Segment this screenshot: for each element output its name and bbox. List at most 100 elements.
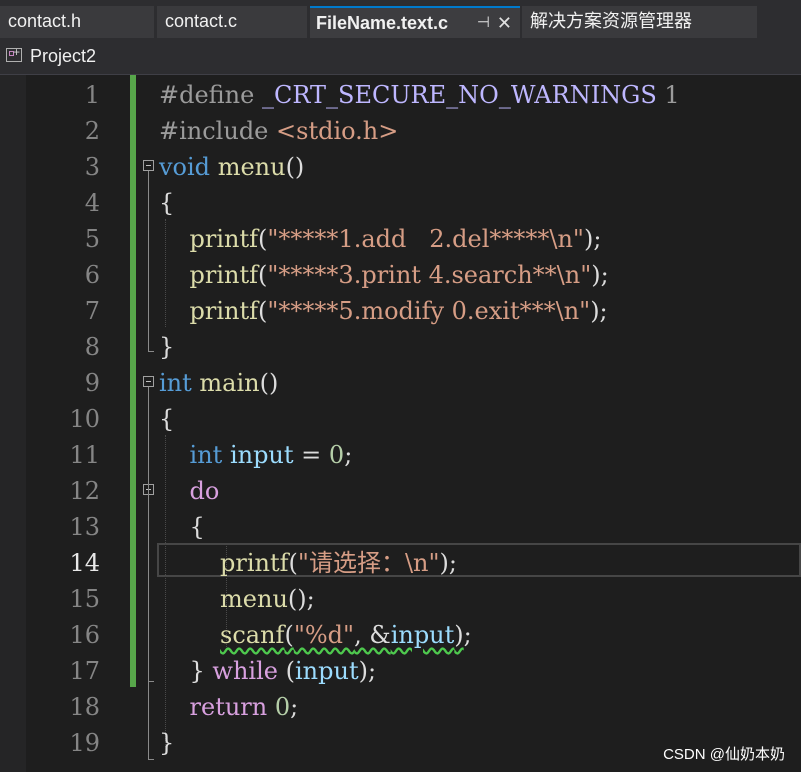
tab-label: contact.h bbox=[8, 11, 82, 31]
code-line[interactable]: int input = 0; bbox=[159, 437, 353, 473]
project-dropdown[interactable]: Project2 bbox=[30, 44, 96, 68]
pin-icon[interactable]: ⊣ bbox=[477, 8, 490, 38]
code-line[interactable]: #define _CRT_SECURE_NO_WARNINGS 1 bbox=[159, 77, 680, 113]
code-token: (); bbox=[287, 585, 315, 613]
code-token: ( bbox=[277, 657, 295, 685]
code-line[interactable]: printf("*****1.add 2.del*****\n"); bbox=[159, 221, 602, 257]
line-number: 1 bbox=[84, 81, 100, 109]
code-token: ); bbox=[590, 297, 608, 325]
line-number: 16 bbox=[69, 621, 100, 649]
code-token: } bbox=[159, 333, 175, 361]
code-line[interactable]: } bbox=[159, 329, 174, 365]
code-line[interactable]: printf("*****3.print 4.search**\n"); bbox=[159, 257, 609, 293]
code-token: input bbox=[294, 657, 359, 685]
code-line[interactable]: int main() bbox=[159, 365, 278, 401]
code-token: () bbox=[285, 153, 305, 181]
code-token: printf bbox=[189, 297, 259, 325]
code-line[interactable]: scanf("%d", &input); bbox=[159, 617, 472, 653]
code-token: printf bbox=[189, 261, 259, 289]
code-line[interactable]: menu(); bbox=[159, 581, 315, 617]
code-token: ); bbox=[591, 261, 609, 289]
tab-filename-text-c[interactable]: FileName.text.c ⊣ ✕ bbox=[310, 6, 520, 38]
code-line[interactable]: } bbox=[159, 725, 174, 761]
code-token: ( bbox=[258, 297, 268, 325]
fold-line bbox=[148, 351, 154, 352]
code-token: main bbox=[199, 369, 260, 397]
line-number: 8 bbox=[84, 333, 100, 361]
tab-contact-h[interactable]: contact.h bbox=[0, 6, 154, 38]
code-token: return bbox=[189, 693, 268, 721]
code-token: 1 bbox=[656, 81, 680, 109]
code-token: "请选择：\n" bbox=[297, 549, 440, 577]
code-token: void bbox=[159, 153, 211, 181]
line-number: 7 bbox=[84, 297, 100, 325]
code-line[interactable]: void menu() bbox=[159, 149, 304, 185]
code-token: ; bbox=[290, 693, 299, 721]
code-token: ( bbox=[258, 261, 268, 289]
navigation-bar: Project2 bbox=[0, 40, 801, 75]
code-line[interactable]: do bbox=[159, 473, 220, 509]
code-token: printf bbox=[220, 549, 289, 577]
line-number: 15 bbox=[69, 585, 100, 613]
line-number: 17 bbox=[69, 657, 100, 685]
change-tracking-bar bbox=[130, 75, 136, 687]
code-line[interactable]: #include <stdio.h> bbox=[159, 113, 398, 149]
code-line[interactable]: { bbox=[159, 401, 174, 437]
code-token: , & bbox=[354, 621, 391, 649]
code-token: "*****1.add 2.del*****\n" bbox=[267, 225, 584, 253]
tab-contact-c[interactable]: contact.c bbox=[157, 6, 307, 38]
line-number: 6 bbox=[84, 261, 100, 289]
code-line[interactable]: { bbox=[159, 509, 205, 545]
code-token: ( bbox=[284, 621, 294, 649]
line-number: 9 bbox=[84, 369, 100, 397]
code-token: () bbox=[259, 369, 279, 397]
code-token: menu bbox=[217, 153, 286, 181]
code-token: ); bbox=[439, 549, 457, 577]
fold-line bbox=[148, 759, 154, 760]
tab-label: FileName.text.c bbox=[316, 13, 449, 33]
code-token: ); bbox=[358, 657, 377, 685]
code-line[interactable]: { bbox=[159, 185, 174, 221]
fold-toggle-icon[interactable] bbox=[143, 160, 154, 171]
code-token: = bbox=[293, 441, 329, 469]
code-token: menu bbox=[220, 585, 288, 613]
tab-bar: contact.h contact.c FileName.text.c ⊣ ✕ … bbox=[0, 0, 801, 40]
code-editor[interactable]: 1 2 3 4 5 6 7 8 9 10 11 12 13 14 15 16 17 18 19 #define _C… bbox=[0, 75, 801, 772]
tab-label: contact.c bbox=[165, 11, 238, 31]
close-icon[interactable]: ✕ bbox=[497, 8, 512, 38]
tab-label: 解决方案资源管理器 bbox=[530, 11, 692, 31]
code-token: } bbox=[159, 729, 175, 757]
code-token: <stdio.h> bbox=[276, 117, 399, 145]
code-token: { bbox=[159, 513, 205, 541]
watermark: CSDN @仙奶本奶 bbox=[663, 746, 785, 763]
line-number: 14 bbox=[69, 549, 100, 577]
code-token: #define bbox=[159, 81, 262, 109]
code-token: scanf bbox=[220, 621, 285, 649]
line-number: 10 bbox=[69, 405, 100, 433]
code-token: { bbox=[159, 189, 175, 217]
code-token: input bbox=[390, 621, 455, 649]
code-line[interactable]: } while (input); bbox=[159, 653, 377, 689]
code-line[interactable]: return 0; bbox=[159, 689, 299, 725]
fold-toggle-icon[interactable] bbox=[143, 376, 154, 387]
code-token: ; bbox=[463, 621, 472, 649]
line-number: 4 bbox=[84, 189, 100, 217]
tab-solution-explorer[interactable]: 解决方案资源管理器 bbox=[522, 6, 757, 38]
code-token: input bbox=[229, 441, 294, 469]
code-token: ); bbox=[583, 225, 602, 253]
line-number: 11 bbox=[69, 441, 100, 469]
line-number: 13 bbox=[69, 513, 100, 541]
code-line[interactable]: printf("*****5.modify 0.exit***\n"); bbox=[159, 293, 608, 329]
code-line[interactable]: printf("请选择：\n"); bbox=[159, 545, 457, 581]
code-token: ( bbox=[258, 225, 268, 253]
fold-line bbox=[148, 171, 149, 351]
